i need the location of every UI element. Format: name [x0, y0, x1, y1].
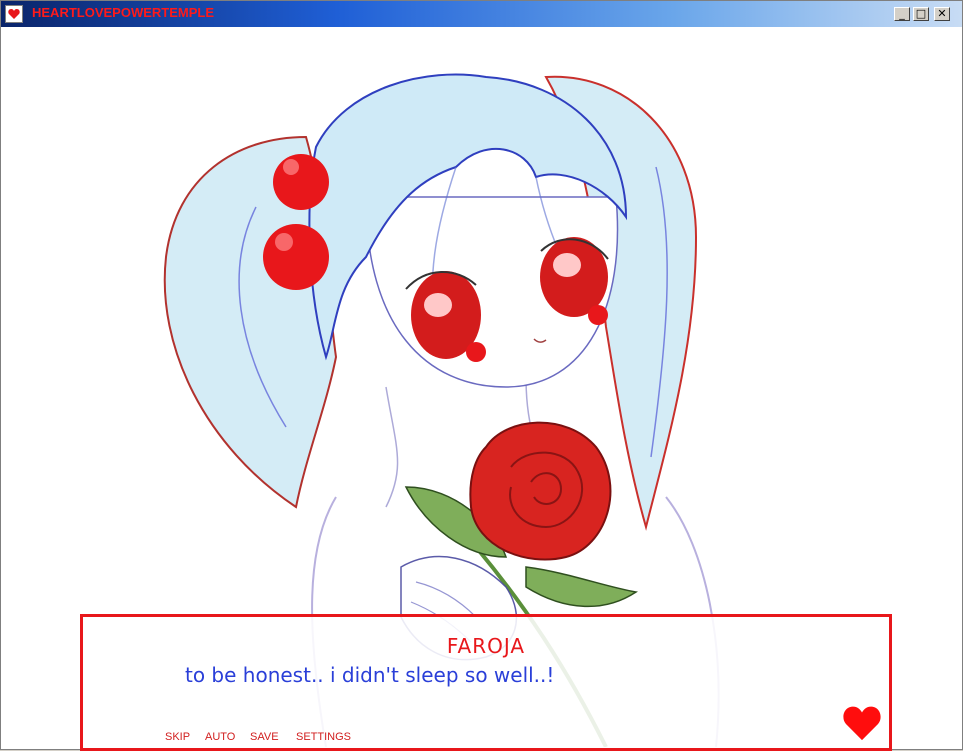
minimize-button[interactable]: _: [894, 7, 910, 21]
speaker-name: FAROJA: [446, 634, 526, 658]
save-button[interactable]: SAVE: [250, 731, 279, 743]
maximize-button[interactable]: □: [913, 7, 929, 21]
close-button[interactable]: ✕: [934, 7, 950, 21]
game-window: HEARTLOVEPOWERTEMPLE _ □ ✕ FAROJA to be …: [0, 0, 963, 751]
title-bar[interactable]: HEARTLOVEPOWERTEMPLE _ □ ✕: [1, 1, 962, 27]
skip-button[interactable]: SKIP: [165, 731, 190, 743]
dialog-text: to be honest.. i didn't sleep so well..!: [185, 663, 555, 687]
app-heart-icon[interactable]: [5, 5, 23, 23]
auto-button[interactable]: AUTO: [205, 731, 235, 743]
settings-button[interactable]: SETTINGS: [296, 731, 351, 743]
heart-icon[interactable]: [842, 705, 882, 741]
window-title: HEARTLOVEPOWERTEMPLE: [32, 5, 215, 20]
dialog-box[interactable]: FAROJA to be honest.. i didn't sleep so …: [80, 614, 892, 751]
